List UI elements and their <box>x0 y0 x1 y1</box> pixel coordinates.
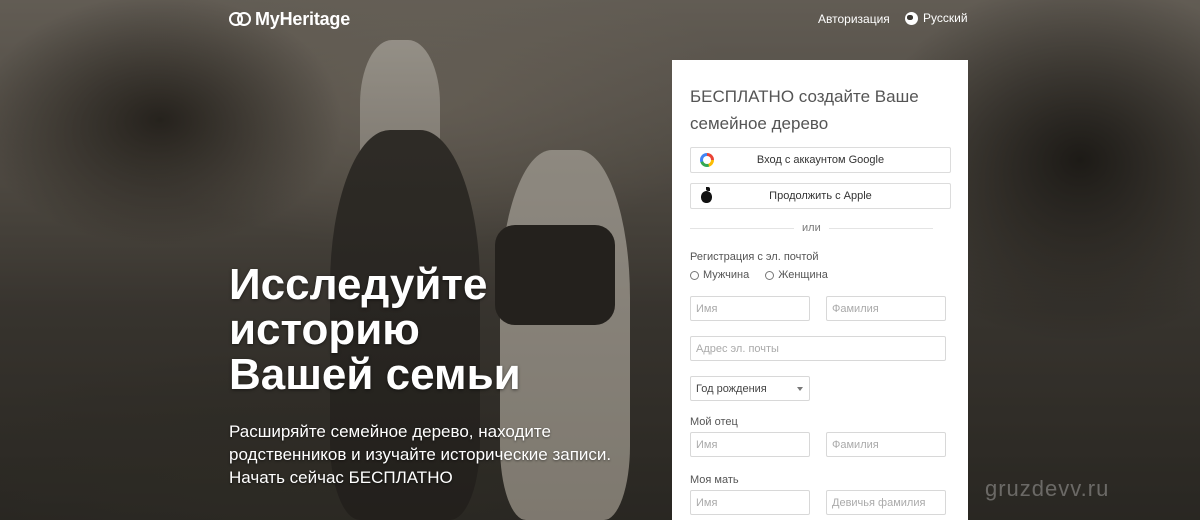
caret-down-icon <box>797 387 803 391</box>
gender-male-label: Мужчина <box>703 269 750 281</box>
first-name-input[interactable] <box>690 296 810 321</box>
father-first-name-input[interactable] <box>690 432 810 457</box>
radio-circle-icon <box>690 270 699 280</box>
language-label: Русский <box>923 11 968 25</box>
google-icon <box>700 153 714 167</box>
hero-subtitle: Расширяйте семейное дерево, находите род… <box>229 422 612 487</box>
logo-icon <box>229 8 251 30</box>
or-label: или <box>802 222 821 234</box>
last-name-input[interactable] <box>826 296 946 321</box>
email-registration-label: Регистрация с эл. почтой <box>690 251 819 263</box>
gender-radio-group: Мужчина Женщина <box>690 269 828 281</box>
brand-logo[interactable]: MyHeritage <box>229 8 350 30</box>
globe-icon <box>905 11 918 25</box>
radio-circle-icon <box>765 270 775 280</box>
login-link[interactable]: Авторизация <box>818 12 890 26</box>
hero-title: Исследуйте историю Вашей семьи <box>229 262 649 397</box>
mother-maiden-name-input[interactable] <box>826 490 946 515</box>
gender-female-radio[interactable]: Женщина <box>765 269 828 281</box>
google-signin-button[interactable]: Вход с аккаунтом Google <box>690 147 951 173</box>
google-signin-label: Вход с аккаунтом Google <box>756 154 885 166</box>
apple-icon <box>701 187 712 203</box>
father-last-name-input[interactable] <box>826 432 946 457</box>
hero-title-line: Вашей семьи <box>229 350 521 399</box>
site-watermark: gruzdevv.ru <box>985 476 1110 501</box>
signup-title: БЕСПЛАТНО создайте Ваше семейное дерево <box>690 87 919 133</box>
language-selector[interactable]: Русский <box>905 11 968 25</box>
brand-name: MyHeritage <box>255 8 351 29</box>
gender-male-radio[interactable]: Мужчина <box>690 269 749 281</box>
hero-section: Исследуйте историю Вашей семьи Расширяйт… <box>229 262 649 489</box>
apple-signin-button[interactable]: Продолжить с Apple <box>690 183 951 209</box>
birth-year-label: Год рождения <box>696 382 767 395</box>
gender-female-label: Женщина <box>778 269 828 281</box>
divider-line <box>828 227 933 229</box>
father-label: Мой отец <box>690 416 738 428</box>
hero-title-line: историю <box>229 305 420 354</box>
hero-title-line: Исследуйте <box>229 260 488 309</box>
birth-year-select[interactable]: Год рождения <box>690 376 810 401</box>
signup-panel: БЕСПЛАТНО создайте Ваше семейное дерево … <box>672 60 968 520</box>
mother-label: Моя мать <box>690 474 739 486</box>
divider-line <box>690 227 794 229</box>
email-input[interactable] <box>690 336 946 361</box>
mother-first-name-input[interactable] <box>690 490 810 515</box>
apple-signin-label: Продолжить с Apple <box>769 190 872 202</box>
or-divider: или <box>690 220 951 236</box>
top-bar: MyHeritage Авторизация Русский <box>0 0 1200 40</box>
